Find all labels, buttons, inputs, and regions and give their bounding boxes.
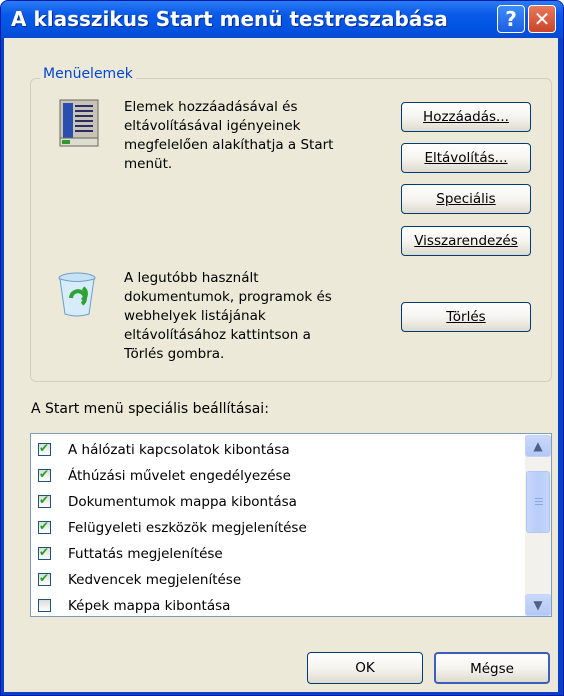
recycle-bin-icon [55, 270, 99, 318]
check-icon: ✔ [39, 467, 50, 481]
check-icon: ✔ [39, 493, 50, 507]
start-menu-icon [58, 98, 102, 150]
list-item[interactable]: Képek mappa kibontása [38, 594, 518, 616]
group-legend: Menüelemek [40, 66, 136, 82]
vertical-scrollbar[interactable]: ▲ ▼ [525, 435, 551, 616]
checkbox[interactable]: ✔ [38, 571, 51, 586]
checkbox[interactable]: ✔ [38, 545, 51, 560]
list-item[interactable]: ✔ Áthúzási művelet engedélyezése [38, 464, 518, 488]
list-item[interactable]: ✔ Kedvencek megjelenítése [38, 568, 518, 592]
checkbox[interactable]: ✔ [38, 493, 51, 508]
list-item-label: Futtatás megjelenítése [68, 546, 223, 562]
sort-button[interactable]: Visszarendezés [401, 226, 531, 256]
checkbox[interactable]: ✔ [38, 467, 51, 482]
help-button[interactable]: ? [497, 5, 525, 33]
description-line: webhelyek listájának [124, 308, 266, 324]
cancel-button-label: Mégse [470, 661, 514, 677]
description-line: Elemek hozzáadásával és [124, 99, 298, 115]
window-title: A klasszikus Start menü testreszabása [11, 7, 448, 31]
grip-line [535, 501, 543, 502]
list-item-label: Áthúzási művelet engedélyezése [68, 468, 291, 484]
list-item[interactable]: ✔ Futtatás megjelenítése [38, 542, 518, 566]
scroll-thumb[interactable] [526, 471, 550, 533]
list-item-label: Felügyeleti eszközök megjelenítése [68, 520, 307, 536]
title-bar[interactable]: A klasszikus Start menü testreszabása ? … [1, 1, 563, 39]
check-icon: ✔ [39, 545, 50, 559]
ok-button-label: OK [355, 660, 375, 676]
description-line: megfelelően alakíthatja a Start [124, 137, 334, 153]
remove-button-label: Eltávolítás... [424, 150, 508, 166]
list-item-label: Kedvencek megjelenítése [68, 572, 242, 588]
advanced-button[interactable]: Speciális [401, 184, 531, 214]
description-line: eltávolításához kattintson a [124, 327, 311, 343]
checkbox[interactable]: ✔ [38, 519, 51, 534]
ok-button[interactable]: OK [307, 652, 423, 684]
list-item-label: Képek mappa kibontása [68, 598, 231, 614]
cancel-button[interactable]: Mégse [434, 652, 550, 684]
checkbox[interactable]: ✔ [38, 441, 51, 456]
add-button-label: Hozzáadás... [423, 109, 509, 125]
list-item[interactable]: ✔ Felügyeleti eszközök megjelenítése [38, 516, 518, 540]
advanced-settings-list[interactable]: ✔ A hálózati kapcsolatok kibontása ✔ Áth… [30, 433, 552, 617]
check-icon: ✔ [39, 519, 50, 533]
list-item[interactable]: ✔ Dokumentumok mappa kibontása [38, 490, 518, 514]
clear-description: A legutóbb használt dokumentumok, progra… [124, 269, 332, 364]
description-line: A legutóbb használt [124, 270, 259, 286]
check-icon: ✔ [39, 571, 50, 585]
description-line: Törlés gombra. [124, 346, 225, 362]
menu-items-description: Elemek hozzáadásával és eltávolításával … [124, 98, 333, 174]
description-line: eltávolításával igényeinek [124, 118, 301, 134]
sort-button-label: Visszarendezés [414, 233, 518, 249]
list-item[interactable]: ✔ A hálózati kapcsolatok kibontása [38, 438, 518, 462]
grip-line [535, 498, 543, 499]
clear-button-label: Törlés [446, 309, 486, 325]
description-line: menüt. [124, 156, 173, 172]
remove-button[interactable]: Eltávolítás... [401, 143, 531, 173]
scroll-up-button[interactable]: ▲ [525, 435, 551, 457]
check-icon: ✔ [39, 441, 50, 455]
scroll-down-button[interactable]: ▼ [525, 594, 551, 616]
advanced-button-label: Speciális [436, 191, 496, 207]
clear-button[interactable]: Törlés [401, 302, 531, 332]
grip-line [535, 504, 543, 505]
close-button[interactable]: ✕ [528, 5, 556, 33]
list-item-label: Dokumentumok mappa kibontása [68, 494, 297, 510]
add-button[interactable]: Hozzáadás... [401, 102, 531, 132]
checkbox[interactable] [38, 599, 51, 612]
advanced-settings-label: A Start menü speciális beállításai: [31, 401, 269, 417]
list-item-label: A hálózati kapcsolatok kibontása [68, 442, 290, 458]
description-line: dokumentumok, programok és [124, 289, 332, 305]
